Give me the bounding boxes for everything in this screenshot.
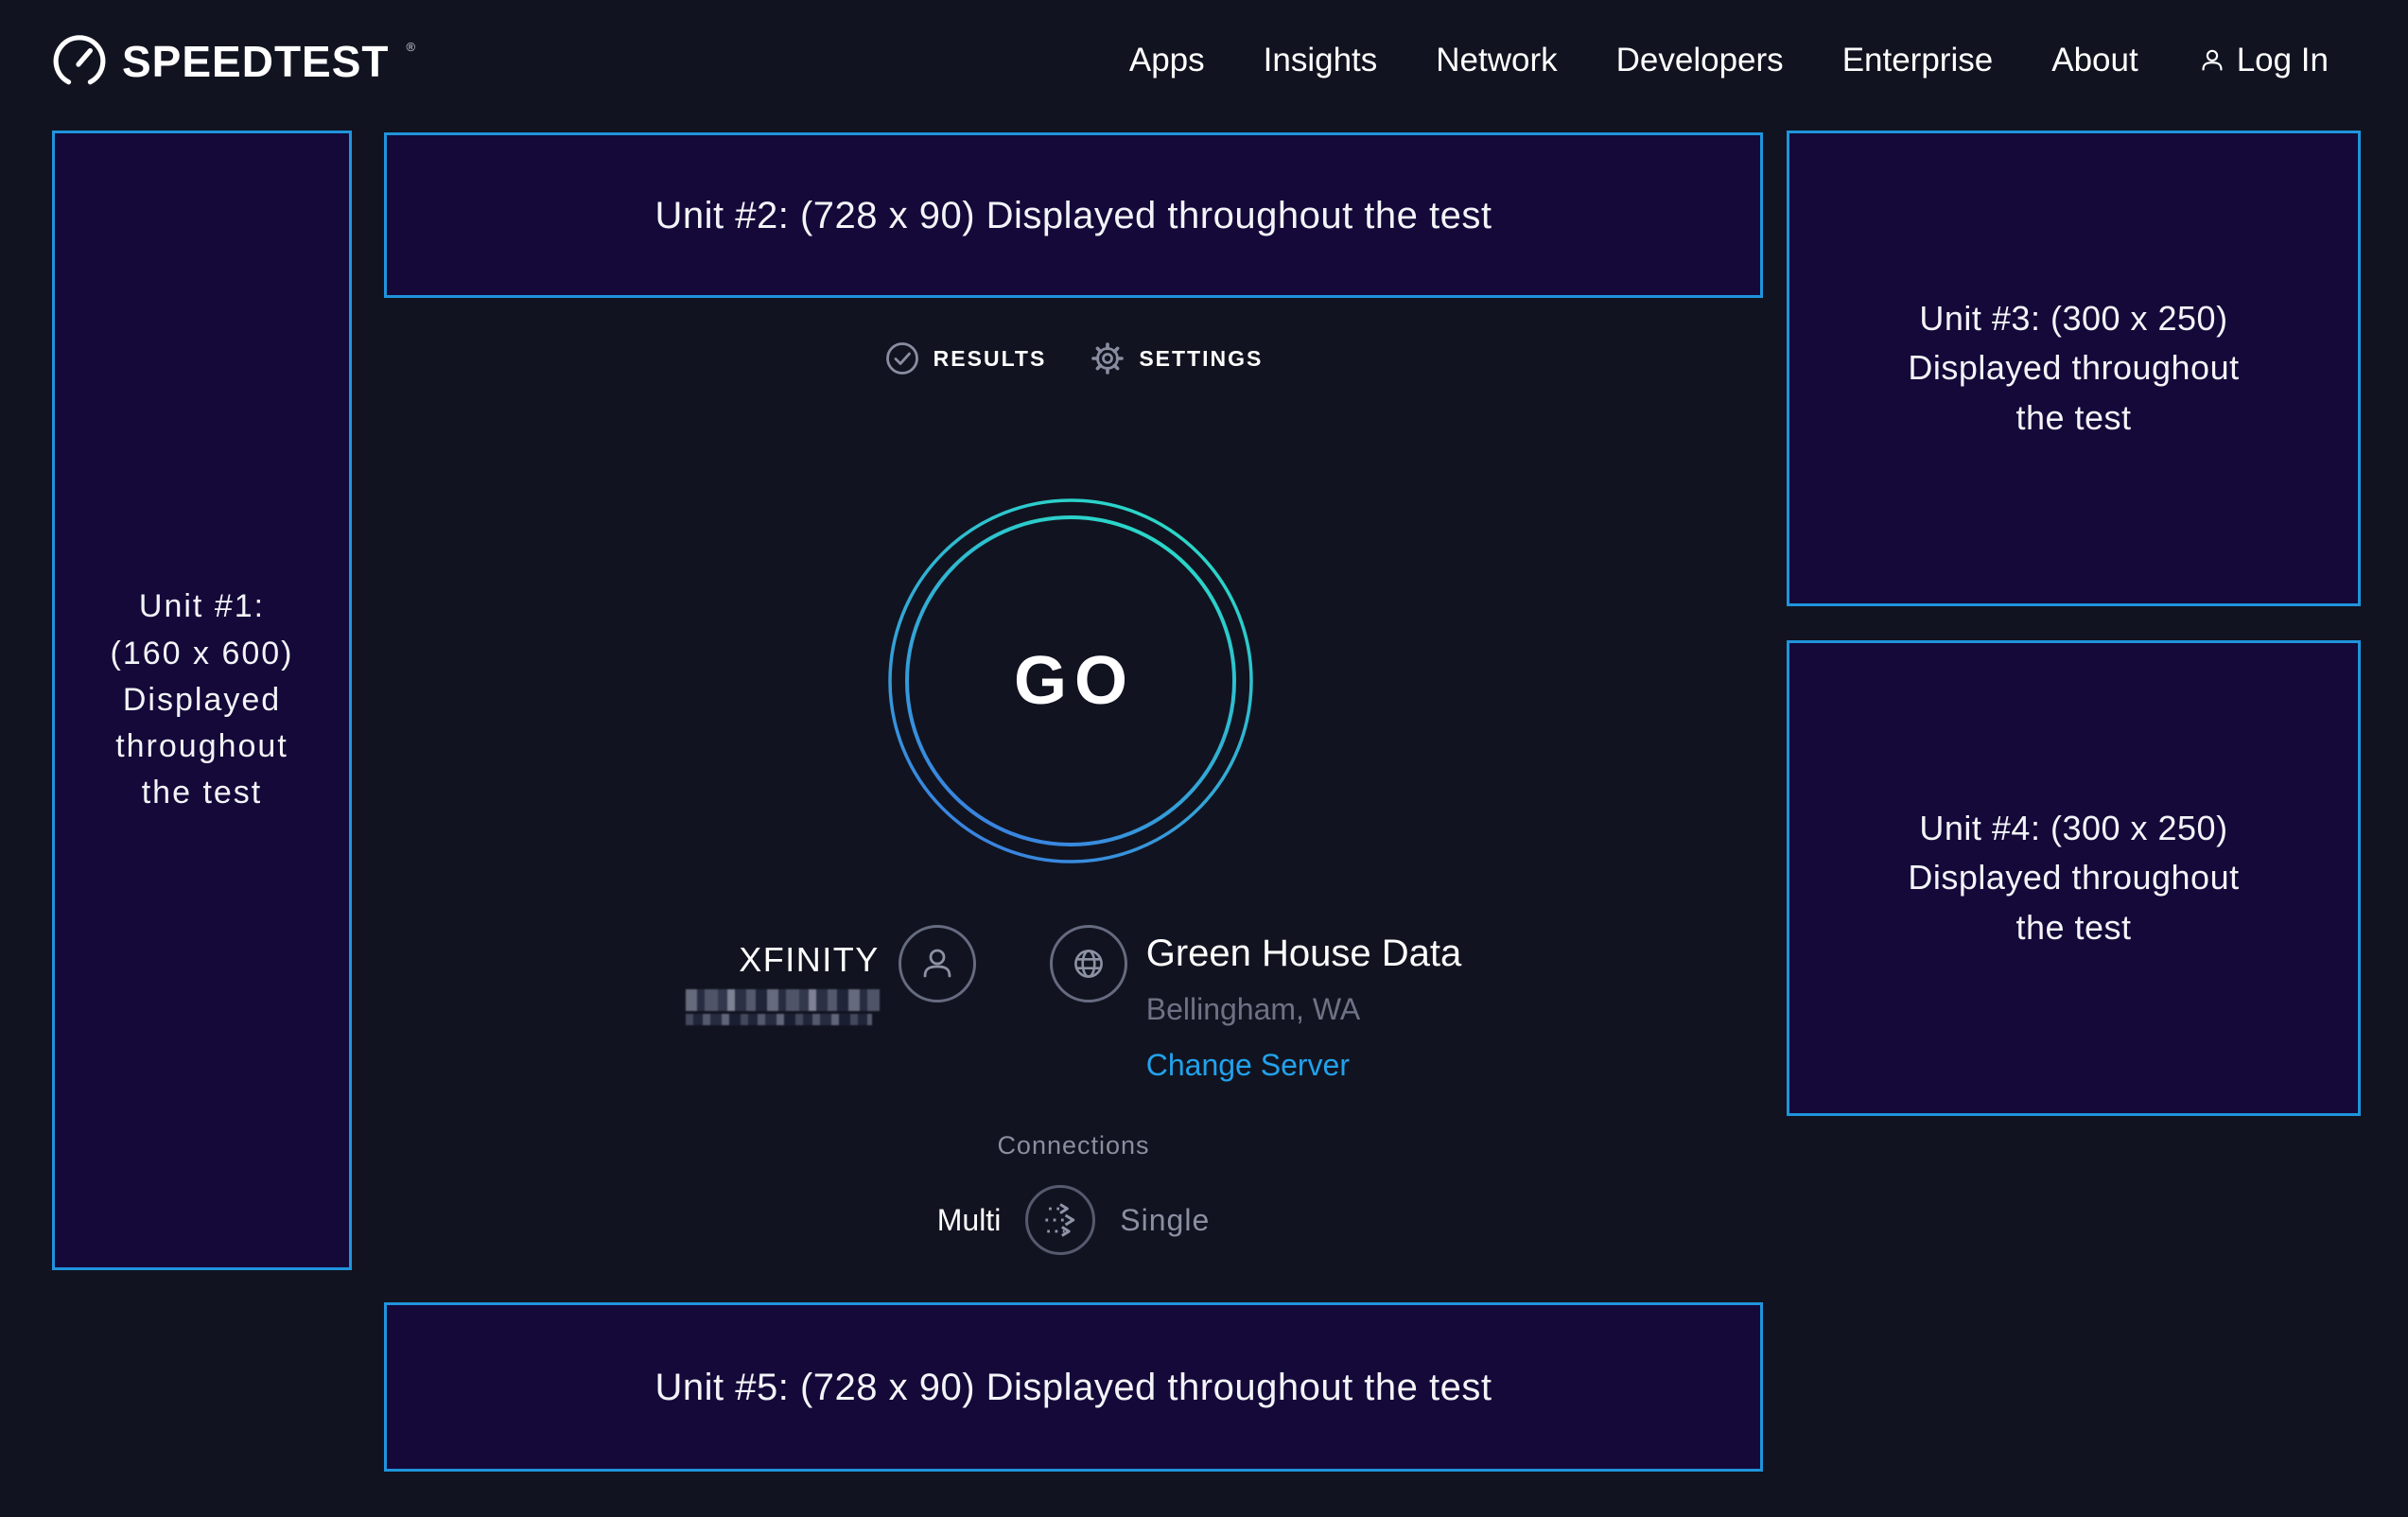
go-button-label: GO <box>887 497 1254 864</box>
ad-unit-1-text: Unit #1: (160 x 600) Displayed throughou… <box>111 584 294 816</box>
settings-tab-label: SETTINGS <box>1139 346 1263 372</box>
connection-mode-single[interactable]: Single <box>1120 1203 1210 1238</box>
trademark-symbol: ® <box>407 40 416 54</box>
go-button[interactable]: GO <box>887 497 1254 864</box>
connections-label: Connections <box>997 1131 1149 1160</box>
nav-item-insights[interactable]: Insights <box>1264 42 1378 79</box>
nav-item-about[interactable]: About <box>2051 42 2138 79</box>
ad-unit-3: Unit #3: (300 x 250) Displayed throughou… <box>1787 131 2361 606</box>
tab-results[interactable]: RESULTS <box>884 340 1047 376</box>
server-name: Green House Data <box>1146 933 1462 975</box>
speedtest-page: SPEEDTEST ® Apps Insights Network Develo… <box>0 0 2408 1517</box>
nav-item-enterprise[interactable]: Enterprise <box>1842 42 1994 79</box>
connection-mode-multi[interactable]: Multi <box>937 1203 1002 1238</box>
nav-item-apps[interactable]: Apps <box>1129 42 1205 79</box>
isp-user-icon-circle <box>899 925 976 1003</box>
connections-toggle-row: Multi Single <box>937 1185 1211 1255</box>
nav-item-network[interactable]: Network <box>1436 42 1557 79</box>
login-label: Log In <box>2237 42 2329 79</box>
isp-group: XFINITY <box>686 925 976 1083</box>
ad-unit-1: Unit #1: (160 x 600) Displayed throughou… <box>52 131 352 1270</box>
user-icon <box>916 943 958 985</box>
redacted-ip-address <box>686 989 880 1025</box>
top-nav-bar: SPEEDTEST ® Apps Insights Network Develo… <box>0 0 2408 128</box>
globe-icon <box>1067 942 1110 985</box>
ad-unit-4: Unit #4: (300 x 250) Displayed throughou… <box>1787 640 2361 1116</box>
ad-unit-2: Unit #2: (728 x 90) Displayed throughout… <box>384 132 1763 298</box>
view-tabs: RESULTS SETTINGS <box>384 340 1763 376</box>
speedtest-logo[interactable]: SPEEDTEST ® <box>52 34 415 89</box>
connection-info-row: XFINITY <box>384 925 1763 1083</box>
connections-section: Connections Multi Single <box>384 1131 1763 1255</box>
check-circle-icon <box>884 340 920 376</box>
tab-settings[interactable]: SETTINGS <box>1090 340 1263 376</box>
user-icon <box>2197 45 2227 76</box>
server-globe-icon-circle <box>1050 925 1127 1003</box>
ad-unit-2-text: Unit #2: (728 x 90) Displayed throughout… <box>654 188 1492 243</box>
isp-name: XFINITY <box>739 940 880 980</box>
speedometer-gauge-icon <box>52 34 107 89</box>
logo-wordmark: SPEEDTEST <box>122 36 390 87</box>
ad-unit-4-text: Unit #4: (300 x 250) Displayed throughou… <box>1908 804 2239 952</box>
connection-mode-toggle[interactable] <box>1025 1185 1095 1255</box>
ad-unit-3-text: Unit #3: (300 x 250) Displayed throughou… <box>1908 294 2239 443</box>
nav-item-developers[interactable]: Developers <box>1616 42 1784 79</box>
nav-menu: Apps Insights Network Developers Enterpr… <box>1129 42 2329 79</box>
gear-icon <box>1090 340 1125 376</box>
change-server-link[interactable]: Change Server <box>1146 1048 1350 1083</box>
ad-unit-5: Unit #5: (728 x 90) Displayed throughout… <box>384 1302 1763 1472</box>
results-tab-label: RESULTS <box>934 346 1047 372</box>
multi-connection-arrows-icon <box>1028 1185 1092 1255</box>
login-link[interactable]: Log In <box>2197 42 2329 79</box>
server-group: Green House Data Bellingham, WA Change S… <box>1050 925 1462 1083</box>
server-location: Bellingham, WA <box>1146 992 1360 1027</box>
ad-unit-5-text: Unit #5: (728 x 90) Displayed throughout… <box>654 1360 1492 1415</box>
